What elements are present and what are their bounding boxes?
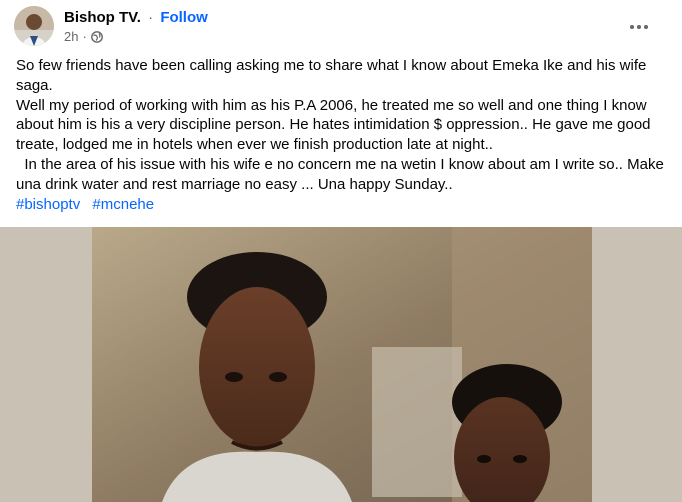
author-line: Bishop TV. · Follow: [64, 8, 208, 27]
follow-button[interactable]: Follow: [160, 9, 208, 26]
hashtag-link[interactable]: #bishoptv: [16, 196, 80, 213]
post-paragraph: Well my period of working with him as hi…: [16, 96, 655, 154]
hashtag-link[interactable]: #mcnehe: [92, 196, 154, 213]
post-text: So few friends have been calling asking …: [16, 56, 666, 214]
more-options-icon[interactable]: [622, 10, 656, 44]
post-photo-container[interactable]: [0, 227, 682, 502]
post-timestamp[interactable]: 2h: [64, 29, 78, 44]
author-avatar[interactable]: [14, 6, 54, 46]
post-header: Bishop TV. · Follow 2h ·: [12, 4, 670, 48]
separator-dot: ·: [82, 29, 87, 44]
post-photo[interactable]: [92, 227, 592, 502]
separator-dot: ·: [148, 9, 154, 26]
author-name[interactable]: Bishop TV.: [64, 9, 141, 26]
post-meta: 2h ·: [64, 29, 103, 44]
post-card: Bishop TV. · Follow 2h · So few friends …: [0, 0, 682, 502]
post-paragraph: So few friends have been calling asking …: [16, 57, 651, 94]
post-paragraph: In the area of his issue with his wife e…: [16, 155, 668, 193]
hashtags: #bishoptv #mcnehe: [16, 195, 666, 215]
globe-icon: [90, 30, 103, 43]
